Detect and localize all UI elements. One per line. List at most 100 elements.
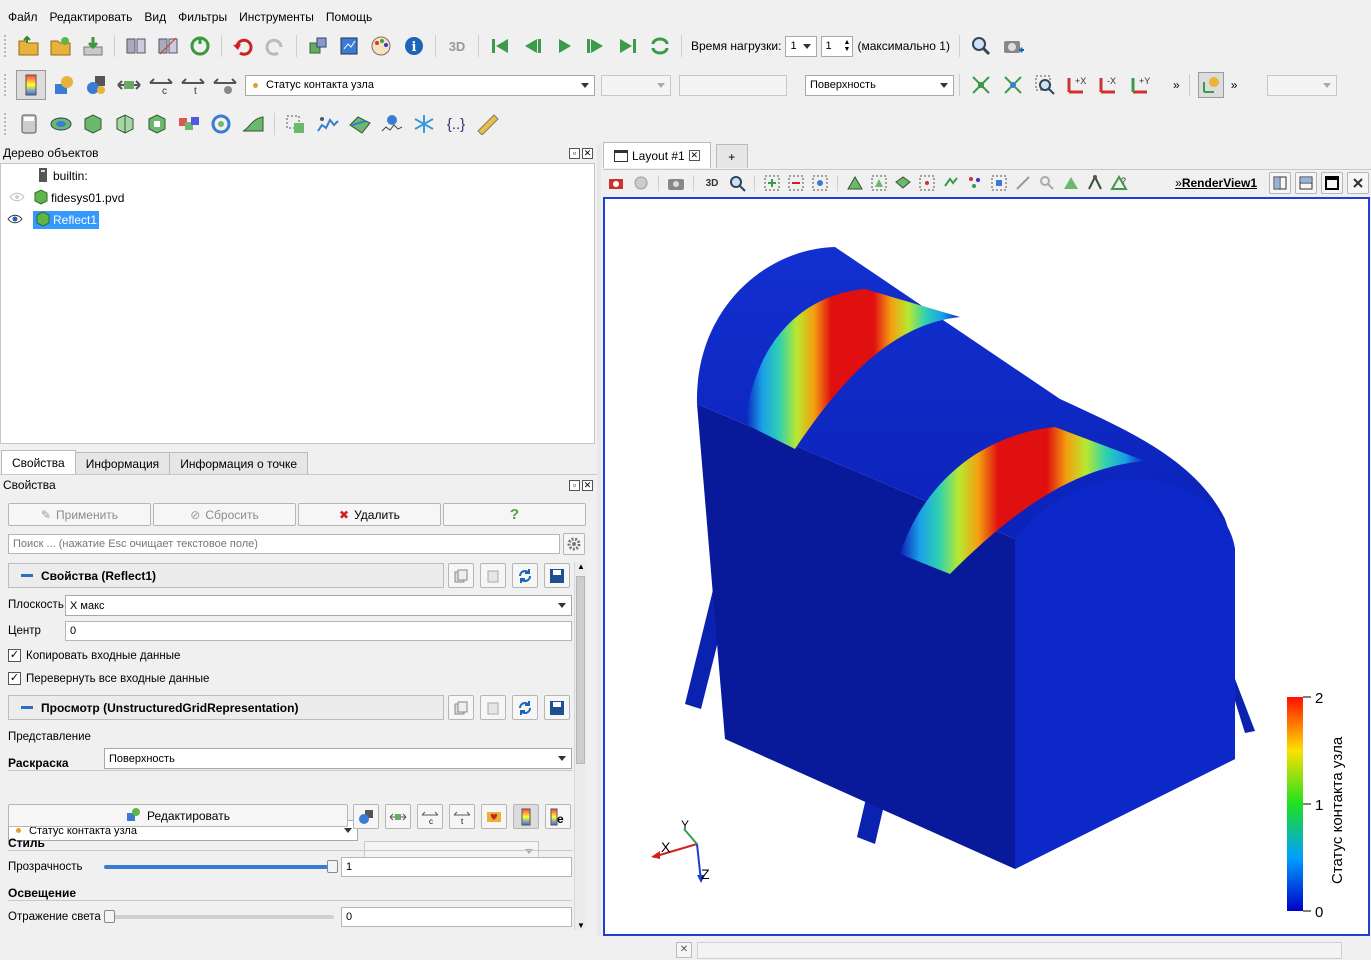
close-tab-icon[interactable]: ✕	[688, 150, 700, 161]
section-display[interactable]: Просмотр (UnstructuredGridRepresentation…	[8, 695, 444, 720]
toolbar-grip[interactable]	[4, 74, 8, 96]
select-points-on-icon[interactable]	[786, 173, 806, 193]
camera-undo-icon[interactable]	[305, 33, 331, 59]
search-input[interactable]: Поиск ... (нажатие Esc очищает текстовое…	[8, 534, 560, 554]
undock-icon[interactable]: ▫	[569, 147, 580, 159]
menu-tools[interactable]: Инструменты	[233, 7, 320, 27]
rescale-temporal-icon[interactable]: t	[449, 804, 475, 829]
hover-cells-icon[interactable]	[965, 173, 985, 193]
render-view-label[interactable]: »RenderView1	[1175, 176, 1257, 190]
select-block-icon[interactable]	[845, 173, 865, 193]
recent-folder-icon[interactable]	[48, 33, 74, 59]
edit-legend-icon[interactable]: e	[545, 804, 571, 829]
camera-icon[interactable]	[666, 173, 686, 193]
contour-icon[interactable]	[48, 111, 74, 137]
tab-layout-1[interactable]: Layout #1 ✕	[603, 142, 711, 168]
copy-props-icon[interactable]	[448, 695, 474, 720]
select-cells-on-icon[interactable]	[762, 173, 782, 193]
extract-level-icon[interactable]	[347, 111, 373, 137]
select-cells-frustum-icon[interactable]	[810, 173, 830, 193]
status-close-icon[interactable]: ✕	[676, 942, 692, 958]
close-view-icon[interactable]	[1347, 172, 1369, 194]
separate-colormap-icon[interactable]	[353, 804, 379, 829]
maximize-icon[interactable]	[1321, 172, 1343, 194]
split-vertical-icon[interactable]	[1295, 172, 1317, 194]
edit-colormap-icon[interactable]	[52, 72, 78, 98]
help-button[interactable]: ?	[443, 503, 586, 526]
center-input[interactable]: 0	[65, 621, 572, 641]
section-properties[interactable]: Свойства (Reflect1)	[8, 563, 444, 588]
representation-combo[interactable]: Поверхность	[805, 74, 954, 96]
loop-icon[interactable]	[647, 33, 673, 59]
flip-all-checkbox[interactable]: ✓	[8, 672, 21, 685]
capture-screenshot-icon[interactable]	[607, 173, 627, 193]
play-icon[interactable]	[551, 33, 577, 59]
glyph-icon[interactable]	[208, 111, 234, 137]
tree-item-fidesys[interactable]: fidesys01.pvd	[1, 188, 124, 208]
edit-selection-icon[interactable]	[1061, 173, 1081, 193]
tree-item-reflect1[interactable]: Reflect1	[1, 210, 100, 230]
view-minus-x-icon[interactable]: -X	[1096, 72, 1122, 98]
menu-file[interactable]: Файл	[2, 7, 44, 27]
restore-defaults-icon[interactable]	[512, 695, 538, 720]
restore-defaults-icon[interactable]	[512, 563, 538, 588]
camera-redo-icon[interactable]	[337, 33, 363, 59]
plot-over-line-icon[interactable]	[379, 111, 405, 137]
ruler-icon[interactable]	[475, 111, 501, 137]
group-datasets-icon[interactable]	[315, 111, 341, 137]
calculator-icon[interactable]	[16, 111, 42, 137]
save-data-icon[interactable]	[80, 33, 106, 59]
render-view[interactable]: 2 1 0 Статус контакта узла X Y Z	[603, 197, 1370, 936]
open-folder-icon[interactable]	[16, 33, 42, 59]
view-plus-y-icon[interactable]: +Y	[1128, 72, 1154, 98]
eye-closed-icon[interactable]	[9, 191, 25, 206]
interaction-mode-icon[interactable]	[1197, 72, 1224, 98]
toolbar-grip[interactable]	[4, 35, 8, 57]
tab-information[interactable]: Информация	[74, 452, 171, 474]
opacity-slider-handle[interactable]	[327, 860, 338, 873]
copy-input-checkbox-row[interactable]: ✓ Копировать входные данные	[8, 649, 180, 662]
menu-filters[interactable]: Фильтры	[172, 7, 233, 27]
eye-open-icon[interactable]	[7, 213, 23, 228]
save-defaults-icon[interactable]	[544, 563, 570, 588]
last-frame-icon[interactable]	[615, 33, 641, 59]
toolbar-overflow[interactable]: »	[1173, 78, 1180, 92]
specular-slider[interactable]	[104, 910, 334, 923]
next-frame-icon[interactable]	[583, 33, 609, 59]
view-plus-x-icon[interactable]: +X	[1064, 72, 1090, 98]
scroll-down-icon[interactable]: ▼	[577, 921, 585, 930]
stream-tracer-icon[interactable]	[240, 111, 266, 137]
scrollbar-thumb[interactable]	[576, 576, 585, 764]
hover-points-icon[interactable]	[941, 173, 961, 193]
reset-button[interactable]: ⊘ Сбросить	[153, 503, 296, 526]
splitter[interactable]	[597, 145, 601, 935]
component-combo[interactable]	[601, 74, 671, 96]
previous-frame-icon[interactable]	[519, 33, 545, 59]
pipeline-browser[interactable]: builtin: fidesys01.pvd Reflect1	[0, 163, 595, 444]
copy-input-checkbox[interactable]: ✓	[8, 649, 21, 662]
color-legend-bar[interactable]	[1287, 697, 1303, 911]
reset-session-icon[interactable]	[187, 33, 213, 59]
glyph-star-icon[interactable]	[411, 111, 437, 137]
color-palette-icon[interactable]	[369, 33, 395, 59]
warp-by-vector-icon[interactable]	[283, 111, 309, 137]
camera-link-icon[interactable]	[631, 173, 651, 193]
slice-icon[interactable]	[112, 111, 138, 137]
copy-props-icon[interactable]	[448, 563, 474, 588]
clip-icon[interactable]	[80, 111, 106, 137]
representation-prop-combo[interactable]: Поверхность	[104, 748, 572, 769]
split-horizontal-icon[interactable]	[1269, 172, 1291, 194]
grow-selection-icon[interactable]	[989, 173, 1009, 193]
zoom-to-box-icon[interactable]	[1032, 72, 1058, 98]
undock-icon[interactable]: ▫	[569, 479, 580, 491]
find-data-icon[interactable]	[968, 33, 994, 59]
apply-button[interactable]: ✎ Применить	[8, 503, 151, 526]
save-defaults-icon[interactable]	[544, 695, 570, 720]
time-step-spinbox[interactable]: 1 ▲ ▼	[821, 35, 854, 57]
choose-preset-icon[interactable]	[481, 804, 507, 829]
interactive-select-cells-icon[interactable]	[893, 173, 913, 193]
about-icon[interactable]: i	[401, 33, 427, 59]
connect-icon[interactable]	[123, 33, 149, 59]
extract-subset-icon[interactable]	[176, 111, 202, 137]
probe-icon[interactable]: ?	[1109, 173, 1129, 193]
